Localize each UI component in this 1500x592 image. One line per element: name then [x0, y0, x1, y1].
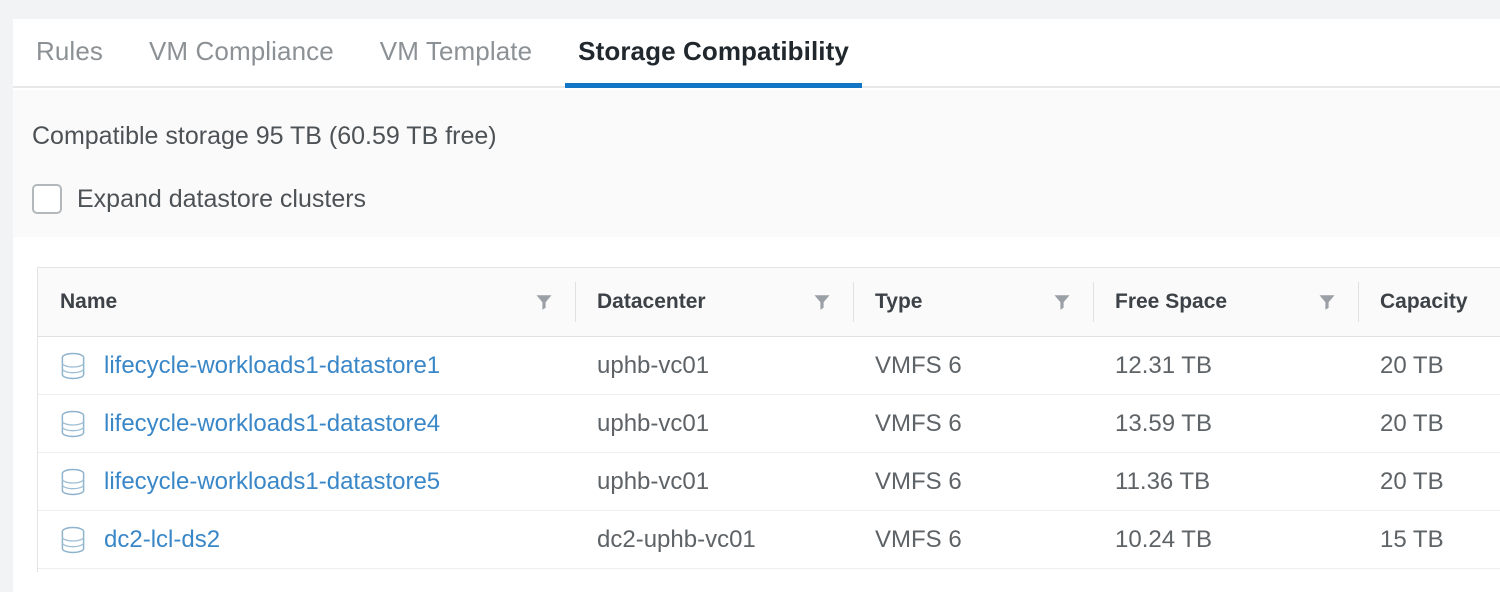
column-header-free-space[interactable]: Free Space [1093, 268, 1358, 337]
table-row[interactable]: lifecycle-workloads1-datastore4 uphb-vc01… [38, 394, 1500, 453]
cell-free-space: 13.59 TB [1093, 394, 1358, 453]
cell-name: lifecycle-workloads1-datastore1 [38, 336, 575, 395]
column-header-label: Free Space [1115, 290, 1228, 313]
expand-datastore-clusters-label: Expand datastore clusters [77, 184, 367, 213]
datastore-name-link[interactable]: dc2-lcl-ds2 [104, 526, 220, 554]
filter-icon[interactable] [1318, 293, 1336, 311]
cell-type: VMFS 6 [853, 336, 1093, 395]
cell-capacity: 20 TB [1358, 394, 1500, 453]
cell-capacity: 20 TB [1358, 452, 1500, 511]
expand-datastore-clusters-checkbox[interactable]: Expand datastore clusters [32, 184, 366, 214]
cell-free-space: 11.36 TB [1093, 452, 1358, 511]
datastore-icon [60, 526, 86, 554]
column-header-label: Datacenter [597, 290, 706, 313]
window-bottom-edge [0, 572, 1500, 592]
compatible-storage-summary: Compatible storage 95 TB (60.59 TB free) [32, 122, 497, 150]
cell-type: VMFS 6 [853, 452, 1093, 511]
storage-info-area: Compatible storage 95 TB (60.59 TB free)… [13, 90, 1500, 237]
table-header-row: Name Datacenter Type Free Space Capacity [38, 268, 1500, 337]
cell-capacity: 20 TB [1358, 336, 1500, 395]
cell-type: VMFS 6 [853, 510, 1093, 569]
storage-compatibility-screen: Rules VM Compliance VM Template Storage Com… [0, 0, 1500, 592]
table-row[interactable]: lifecycle-workloads1-datastore5 uphb-vc01… [38, 452, 1500, 511]
tab-rules[interactable]: Rules [13, 17, 126, 86]
datastore-icon [60, 410, 86, 438]
column-header-name[interactable]: Name [38, 268, 575, 337]
datastore-name-link[interactable]: lifecycle-workloads1-datastore5 [104, 468, 440, 496]
cell-datacenter: uphb-vc01 [575, 452, 853, 511]
datastore-icon [60, 352, 86, 380]
column-header-capacity[interactable]: Capacity [1358, 268, 1500, 337]
tab-vm-compliance[interactable]: VM Compliance [126, 17, 357, 86]
column-header-datacenter[interactable]: Datacenter [575, 268, 853, 337]
datastore-table: Name Datacenter Type Free Space Capacity lif… [38, 268, 1500, 569]
datastore-icon [60, 468, 86, 496]
cell-name: lifecycle-workloads1-datastore5 [38, 452, 575, 511]
tab-storage-compatibility[interactable]: Storage Compatibility [555, 17, 872, 88]
cell-datacenter: dc2-uphb-vc01 [575, 510, 853, 569]
cell-free-space: 10.24 TB [1093, 510, 1358, 569]
filter-icon[interactable] [1053, 293, 1071, 311]
cell-name: dc2-lcl-ds2 [38, 510, 575, 569]
tab-bar: Rules VM Compliance VM Template Storage Com… [13, 19, 1500, 88]
cell-name: lifecycle-workloads1-datastore4 [38, 394, 575, 453]
datastore-name-link[interactable]: lifecycle-workloads1-datastore1 [104, 352, 440, 380]
filter-icon[interactable] [813, 293, 831, 311]
checkbox-box[interactable] [32, 184, 62, 214]
datastore-name-link[interactable]: lifecycle-workloads1-datastore4 [104, 410, 440, 438]
column-header-label: Type [875, 290, 923, 313]
cell-capacity: 15 TB [1358, 510, 1500, 569]
cell-type: VMFS 6 [853, 394, 1093, 453]
table-row[interactable]: dc2-lcl-ds2 dc2-uphb-vc01 VMFS 6 10.24 TB 15… [38, 510, 1500, 569]
cell-datacenter: uphb-vc01 [575, 336, 853, 395]
window-left-gutter [0, 19, 13, 592]
cell-free-space: 12.31 TB [1093, 336, 1358, 395]
tab-list: Rules VM Compliance VM Template Storage Com… [13, 17, 872, 88]
tab-vm-template[interactable]: VM Template [357, 17, 555, 86]
column-header-type[interactable]: Type [853, 268, 1093, 337]
filter-icon[interactable] [535, 293, 553, 311]
cell-datacenter: uphb-vc01 [575, 394, 853, 453]
column-header-label: Name [60, 290, 118, 313]
column-header-label: Capacity [1380, 290, 1468, 313]
table-row[interactable]: lifecycle-workloads1-datastore1 uphb-vc01… [38, 336, 1500, 395]
datastore-table-container: Name Datacenter Type Free Space Capacity lif… [37, 267, 1500, 592]
